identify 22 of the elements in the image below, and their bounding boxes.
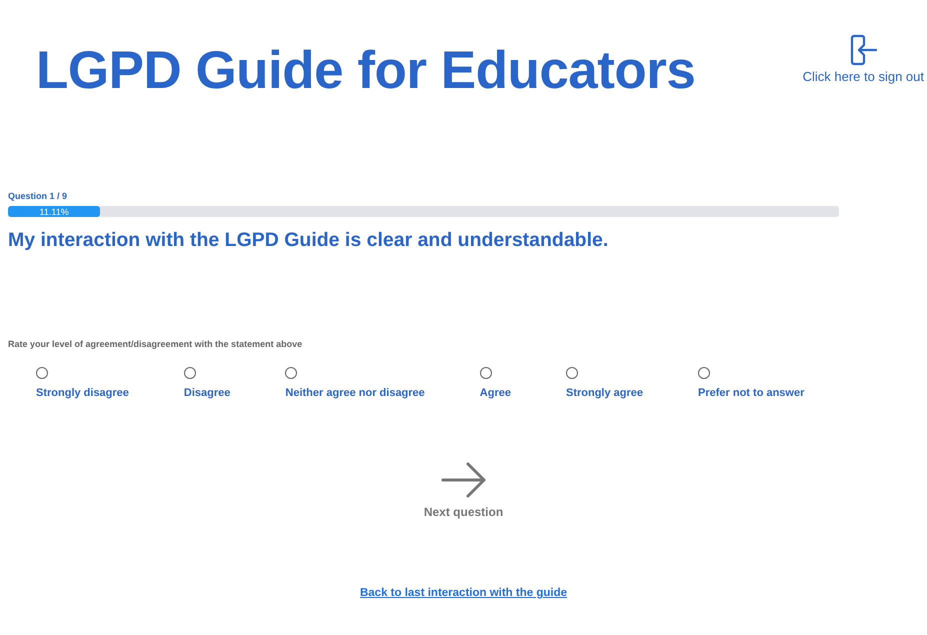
radio-button[interactable] bbox=[36, 367, 48, 379]
option-label: Disagree bbox=[184, 387, 230, 399]
page-title: LGPD Guide for Educators bbox=[36, 40, 696, 101]
instruction-text: Rate your level of agreement/disagreement with the statement above bbox=[8, 339, 304, 349]
radio-button[interactable] bbox=[698, 367, 710, 379]
option-label: Neither agree nor disagree bbox=[285, 387, 425, 399]
sign-out-link[interactable]: Click here to sign out bbox=[802, 34, 924, 84]
question-text: My interaction with the LGPD Guide is clear and understandable. bbox=[8, 229, 610, 252]
sign-in-icon bbox=[849, 34, 878, 66]
radio-button[interactable] bbox=[480, 367, 492, 379]
option-label: Agree bbox=[480, 387, 511, 399]
radio-button[interactable] bbox=[184, 367, 196, 379]
option-label: Strongly agree bbox=[566, 387, 644, 399]
radio-button[interactable] bbox=[566, 367, 578, 379]
question-counter: Question 1 / 9 bbox=[8, 191, 68, 201]
option-label: Strongly disagree bbox=[36, 387, 129, 399]
arrow-right-icon bbox=[440, 461, 486, 499]
radio-button[interactable] bbox=[285, 367, 298, 379]
back-link[interactable]: Back to last interaction with the guide bbox=[360, 587, 568, 599]
option-label: Prefer not to answer bbox=[698, 387, 804, 399]
next-question-button[interactable]: Next question bbox=[424, 461, 504, 519]
progress-reading: 11.11% bbox=[40, 206, 69, 216]
